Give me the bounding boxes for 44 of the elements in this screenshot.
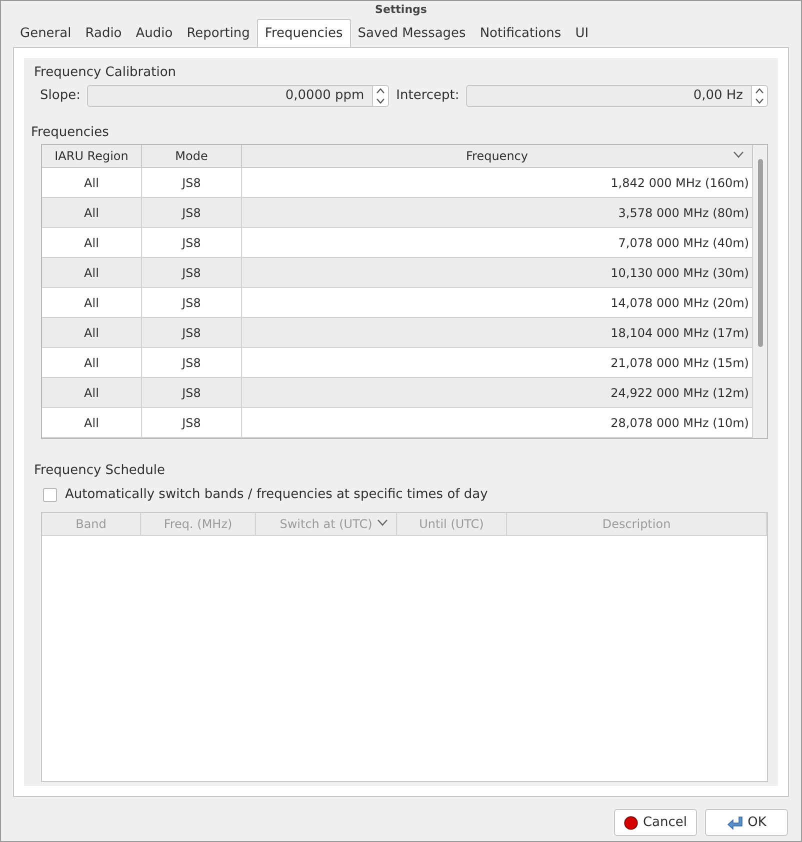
tab[interactable]: Saved Messages [350,21,473,47]
cancel-button[interactable]: Cancel [614,809,697,836]
number-field[interactable]: 0,0000 ppm [87,85,374,107]
table-cell: All [42,408,142,437]
table-cell: JS8 [142,348,242,377]
tab[interactable]: General [13,21,78,47]
table-cell: All [42,228,142,257]
sort-caret-icon [377,518,388,526]
field-label: Intercept: [396,87,460,106]
table-cell: All [42,258,142,287]
table-cell: All [42,348,142,377]
table-cell: All [42,168,142,197]
tab[interactable]: Frequencies [256,19,351,47]
tab[interactable]: Radio [78,21,129,47]
table-cell: JS8 [142,408,242,437]
ok-button[interactable]: OK [705,809,788,836]
sort-caret-icon [733,151,744,158]
tab[interactable]: UI [568,21,596,47]
group-title: Frequency Schedule [34,462,166,479]
column-header[interactable]: IARU Region [42,145,142,167]
table-cell: All [42,288,142,317]
checkbox-label: Automatically switch bands / frequencies at specific times of day [65,486,488,504]
column-header[interactable]: Mode [142,145,242,167]
group-title: Frequencies [31,124,110,141]
number-field[interactable]: 0,00 Hz [466,85,752,107]
tab[interactable]: Audio [128,21,180,47]
window-title: Settings [374,2,428,18]
table-cell: JS8 [142,258,242,287]
stop-icon [624,816,638,830]
table-cell: JS8 [142,318,242,347]
tab[interactable]: Notifications [472,21,568,47]
return-arrow-icon [726,816,743,830]
table-cell: All [42,198,142,227]
table-cell: All [42,318,142,347]
table-cell: JS8 [142,288,242,317]
group-title: Frequency Calibration [34,64,178,81]
table-cell: JS8 [142,168,242,197]
table-cell: All [42,378,142,407]
scrollbar-thumb[interactable] [758,159,762,347]
field-label: Slope: [40,87,80,106]
table-cell: JS8 [142,378,242,407]
table-cell: JS8 [142,228,242,257]
table-cell: JS8 [142,198,242,227]
tab[interactable]: Reporting [180,21,257,47]
